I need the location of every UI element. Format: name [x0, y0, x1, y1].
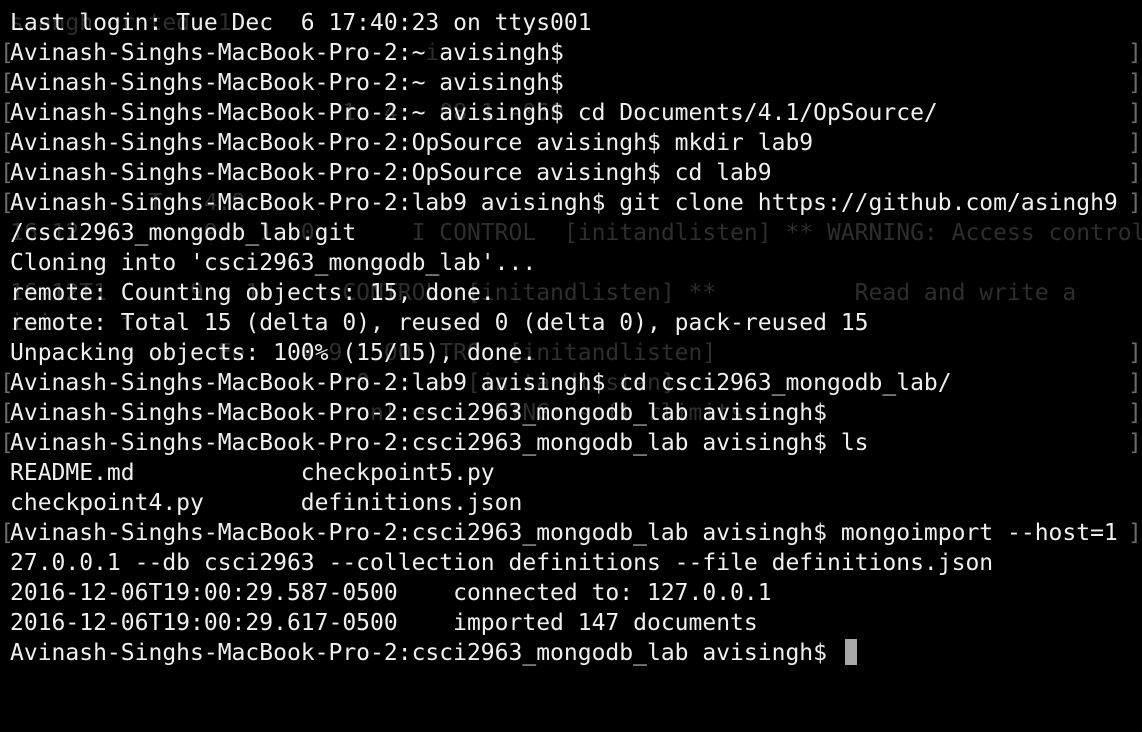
left-mark-bracket: [	[0, 400, 14, 426]
terminal-line-text: /csci2963_mongodb_lab.git	[10, 220, 357, 246]
right-mark-bracket: ]	[1128, 430, 1142, 456]
terminal-line: remote: Counting objects: 15, done.	[10, 278, 1118, 308]
terminal-line-text: Avinash-Singhs-MacBook-Pro-2:OpSource av…	[10, 130, 814, 156]
terminal-window[interactable]: s.angh gr ted 1 i ngo 1 4 08 1 -050 T 4.…	[0, 0, 1142, 732]
right-mark-bracket: ]	[1128, 190, 1142, 216]
terminal-line: /csci2963_mongodb_lab.git	[10, 218, 1118, 248]
text-cursor	[844, 639, 857, 665]
terminal-output[interactable]: Last login: Tue Dec 6 17:40:23 on ttys00…	[10, 8, 1118, 668]
terminal-line-text: remote: Total 15 (delta 0), reused 0 (de…	[10, 310, 869, 336]
terminal-line: 2016-12-06T19:00:29.617-0500 imported 14…	[10, 608, 1118, 638]
left-mark-bracket: [	[0, 130, 14, 156]
right-mark-bracket: ]	[1128, 40, 1142, 66]
terminal-line: Avinash-Singhs-MacBook-Pro-2:~ avisingh$…	[10, 98, 1118, 128]
left-mark-bracket: [	[0, 160, 14, 186]
terminal-line-text: checkpoint4.py definitions.json	[10, 490, 523, 516]
left-mark-bracket: [	[0, 100, 14, 126]
terminal-line: README.md checkpoint5.py	[10, 458, 1118, 488]
terminal-line-text: Avinash-Singhs-MacBook-Pro-2:lab9 avisin…	[10, 370, 952, 396]
terminal-line: Avinash-Singhs-MacBook-Pro-2:csci2963_mo…	[10, 398, 1118, 428]
terminal-line-text: Last login: Tue Dec 6 17:40:23 on ttys00…	[10, 10, 592, 36]
terminal-line: Avinash-Singhs-MacBook-Pro-2:lab9 avisin…	[10, 188, 1118, 218]
terminal-line-text: Avinash-Singhs-MacBook-Pro-2:csci2963_mo…	[10, 520, 1118, 546]
terminal-line-text: 2016-12-06T19:00:29.587-0500 connected t…	[10, 580, 772, 606]
terminal-line: Unpacking objects: 100% (15/15), done.	[10, 338, 1118, 368]
terminal-line-text: Avinash-Singhs-MacBook-Pro-2:lab9 avisin…	[10, 190, 1118, 216]
terminal-line-text: Avinash-Singhs-MacBook-Pro-2:~ avisingh$…	[10, 100, 938, 126]
terminal-line: Cloning into 'csci2963_mongodb_lab'...	[10, 248, 1118, 278]
terminal-line-text: README.md checkpoint5.py	[10, 460, 495, 486]
right-mark-bracket: ]	[1128, 370, 1142, 396]
terminal-line: 2016-12-06T19:00:29.587-0500 connected t…	[10, 578, 1118, 608]
terminal-line-text: 2016-12-06T19:00:29.617-0500 imported 14…	[10, 610, 758, 636]
right-mark-bracket: ]	[1128, 400, 1142, 426]
left-mark-bracket: [	[0, 430, 14, 456]
terminal-line-text: Avinash-Singhs-MacBook-Pro-2:csci2963_mo…	[10, 430, 869, 456]
terminal-line: Avinash-Singhs-MacBook-Pro-2:~ avisingh$	[10, 38, 1118, 68]
terminal-line-text: Avinash-Singhs-MacBook-Pro-2:~ avisingh$	[10, 40, 564, 66]
right-mark-bracket: ]	[1128, 160, 1142, 186]
terminal-line: Avinash-Singhs-MacBook-Pro-2:csci2963_mo…	[10, 638, 1118, 668]
left-mark-bracket: [	[0, 70, 14, 96]
terminal-line: Last login: Tue Dec 6 17:40:23 on ttys00…	[10, 8, 1118, 38]
terminal-line: Avinash-Singhs-MacBook-Pro-2:OpSource av…	[10, 128, 1118, 158]
left-mark-bracket: [	[0, 40, 14, 66]
right-mark-bracket: ]	[1128, 520, 1142, 546]
terminal-line-text: remote: Counting objects: 15, done.	[10, 280, 495, 306]
terminal-line-text: Cloning into 'csci2963_mongodb_lab'...	[10, 250, 537, 276]
terminal-line: Avinash-Singhs-MacBook-Pro-2:OpSource av…	[10, 158, 1118, 188]
terminal-line: 27.0.0.1 --db csci2963 --collection defi…	[10, 548, 1118, 578]
right-mark-bracket: ]	[1128, 130, 1142, 156]
terminal-line: checkpoint4.py definitions.json	[10, 488, 1118, 518]
terminal-line: Avinash-Singhs-MacBook-Pro-2:lab9 avisin…	[10, 368, 1118, 398]
right-mark-bracket: ]	[1128, 100, 1142, 126]
terminal-line: remote: Total 15 (delta 0), reused 0 (de…	[10, 308, 1118, 338]
left-mark-bracket: [	[0, 520, 14, 546]
terminal-line-text: Avinash-Singhs-MacBook-Pro-2:csci2963_mo…	[10, 640, 841, 666]
terminal-line: Avinash-Singhs-MacBook-Pro-2:csci2963_mo…	[10, 428, 1118, 458]
terminal-line-text: 27.0.0.1 --db csci2963 --collection defi…	[10, 550, 994, 576]
left-mark-bracket: [	[0, 370, 14, 396]
terminal-line-text: Unpacking objects: 100% (15/15), done.	[10, 340, 537, 366]
right-mark-bracket: ]	[1128, 70, 1142, 96]
terminal-line-text: Avinash-Singhs-MacBook-Pro-2:OpSource av…	[10, 160, 772, 186]
right-mark-bracket: ]	[1128, 340, 1142, 366]
terminal-line-text: Avinash-Singhs-MacBook-Pro-2:~ avisingh$	[10, 70, 564, 96]
terminal-line-text: Avinash-Singhs-MacBook-Pro-2:csci2963_mo…	[10, 400, 827, 426]
left-mark-bracket: [	[0, 190, 14, 216]
terminal-line: Avinash-Singhs-MacBook-Pro-2:~ avisingh$	[10, 68, 1118, 98]
terminal-line: Avinash-Singhs-MacBook-Pro-2:csci2963_mo…	[10, 518, 1118, 548]
